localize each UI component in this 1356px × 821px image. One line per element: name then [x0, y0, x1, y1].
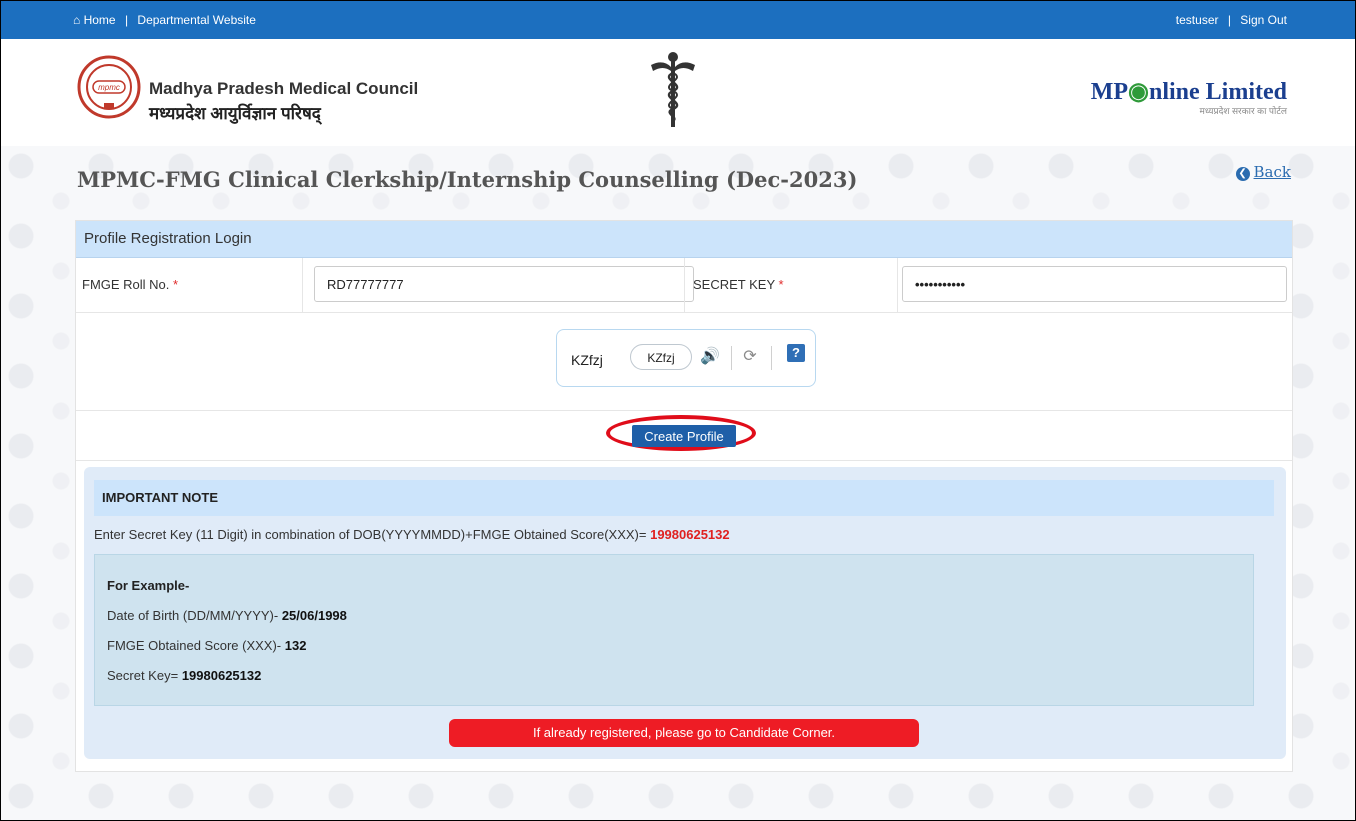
example-dob: Date of Birth (DD/MM/YYYY)- 25/06/1998 — [107, 608, 347, 623]
captcha-divider — [731, 346, 732, 370]
secret-key-label: SECRET KEY — [693, 277, 775, 292]
back-arrow-icon: ❮ — [1235, 167, 1250, 181]
secret-key-instruction: Enter Secret Key (11 Digit) in combinati… — [94, 527, 730, 542]
departmental-website-link[interactable]: Departmental Website — [137, 13, 256, 27]
example-score: FMGE Obtained Score (XXX)- 132 — [107, 638, 307, 653]
page-frame: ⌂ Home | Departmental Website testuser |… — [0, 0, 1356, 821]
user-separator: | — [1227, 13, 1231, 27]
instruction-example-value: 19980625132 — [650, 527, 730, 542]
example-secret-key: Secret Key= 19980625132 — [107, 668, 262, 683]
required-mark: * — [778, 277, 784, 292]
mpmc-logo: mpmc — [77, 55, 141, 119]
credentials-row: FMGE Roll No. * RD77777777 SECRET KEY * … — [76, 258, 1292, 313]
captcha-divider — [771, 346, 772, 370]
mponline-globe-icon: ◉ — [1128, 79, 1149, 105]
create-profile-button[interactable]: Create Profile — [632, 425, 736, 447]
council-name-english: Madhya Pradesh Medical Council — [149, 79, 419, 98]
submit-row: Create Profile — [76, 410, 1292, 461]
roll-number-label: FMGE Roll No. — [82, 277, 170, 292]
nav-separator: | — [124, 13, 129, 27]
captcha-image-text: KZfzj — [571, 352, 603, 368]
username: testuser — [1175, 13, 1219, 27]
roll-label-cell: FMGE Roll No. * — [76, 258, 303, 312]
back-link[interactable]: ❮ Back — [1235, 163, 1291, 181]
refresh-icon[interactable]: ⟳ — [739, 346, 761, 368]
roll-number-input[interactable]: RD77777777 — [314, 266, 694, 302]
secret-key-input[interactable]: ••••••••••• — [902, 266, 1287, 302]
home-icon: ⌂ — [73, 13, 81, 27]
help-icon[interactable]: ? — [787, 344, 805, 362]
mponline-logo: MP◉nline Limited मध्यप्रदेश सरकार का पोर… — [1090, 79, 1287, 116]
audio-captcha-icon[interactable]: 🔊 — [699, 346, 721, 368]
svg-text:mpmc: mpmc — [98, 83, 120, 92]
home-link[interactable]: ⌂ Home — [73, 13, 119, 27]
page-title: MPMC-FMG Clinical Clerkship/Internship C… — [77, 167, 858, 192]
required-mark: * — [173, 277, 179, 292]
site-header: mpmc Madhya Pradesh Medical Council मध्य… — [1, 39, 1355, 146]
important-note-section: IMPORTANT NOTE Enter Secret Key (11 Digi… — [84, 467, 1286, 759]
captcha-input[interactable]: KZfzj — [630, 344, 692, 370]
profile-registration-panel: Profile Registration Login FMGE Roll No.… — [75, 220, 1293, 772]
candidate-corner-link[interactable]: If already registered, please go to Cand… — [449, 719, 919, 747]
caduceus-icon — [651, 52, 695, 127]
example-title: For Example- — [107, 578, 190, 593]
important-note-heading: IMPORTANT NOTE — [94, 480, 1274, 516]
sign-out-link[interactable]: Sign Out — [1240, 13, 1287, 27]
captcha-row: KZfzj KZfzj 🔊 ⟳ ? — [76, 312, 1292, 411]
captcha-box: KZfzj KZfzj 🔊 ⟳ ? — [556, 329, 816, 387]
secret-label-cell: SECRET KEY * — [684, 258, 898, 312]
panel-heading: Profile Registration Login — [76, 221, 1292, 258]
council-name-hindi: मध्यप्रदेश आयुर्विज्ञान परिषद् — [149, 104, 321, 123]
example-box: For Example- Date of Birth (DD/MM/YYYY)-… — [94, 554, 1254, 706]
top-nav-bar: ⌂ Home | Departmental Website testuser |… — [1, 1, 1355, 39]
